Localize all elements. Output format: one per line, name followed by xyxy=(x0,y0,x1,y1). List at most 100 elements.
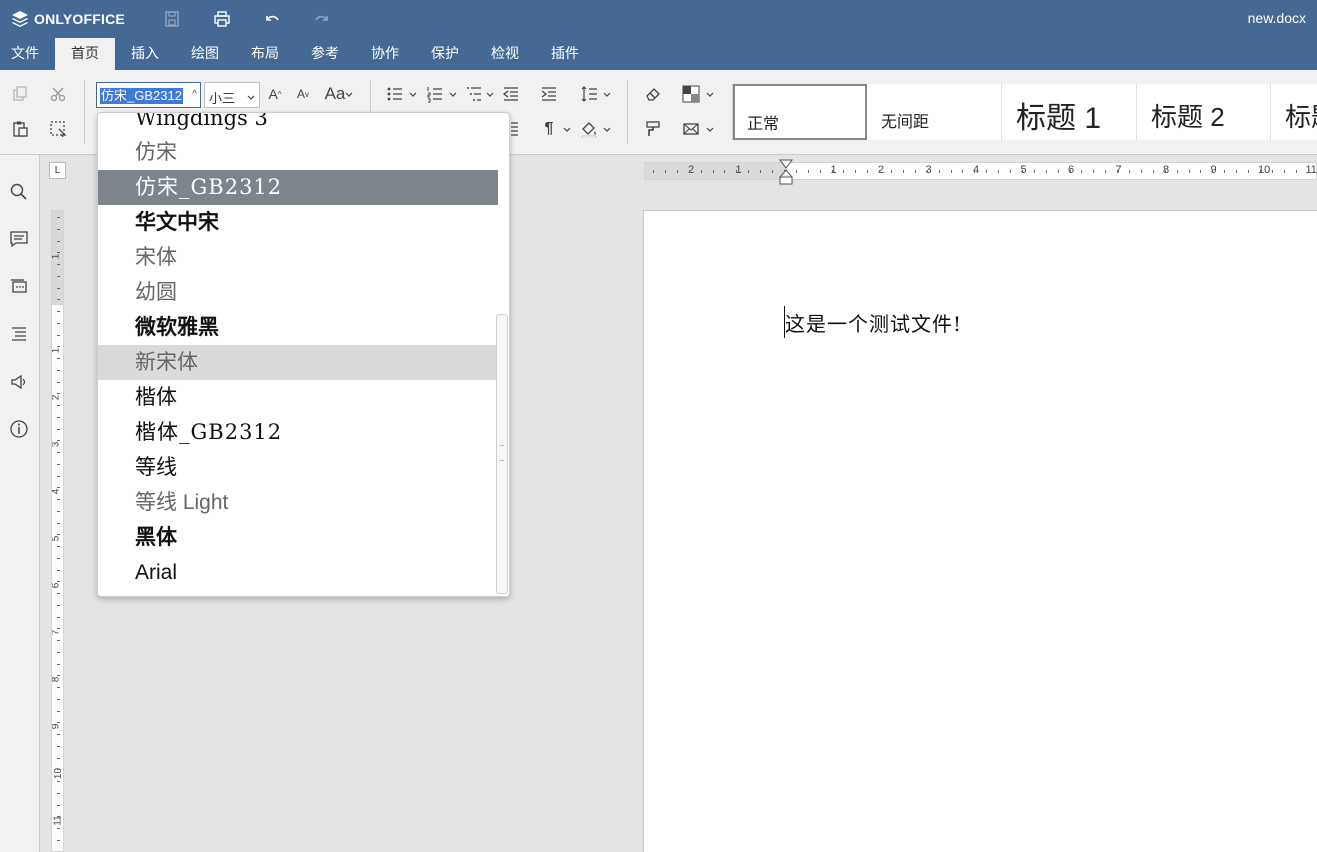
chevron-down-icon[interactable] xyxy=(247,89,255,104)
font-option-dengxian-light[interactable]: 等线 Light xyxy=(98,485,498,520)
ruler-number: 3 xyxy=(51,441,62,448)
ruler-tick xyxy=(974,170,976,173)
cut-icon[interactable] xyxy=(47,83,69,105)
font-option-dengxian[interactable]: 等线 xyxy=(98,450,498,485)
vertical-ruler[interactable]: 1 1 2 3 4 5 6 7 8 9 10 11 xyxy=(51,210,64,852)
font-name-input[interactable]: 仿宋_GB2312 xyxy=(100,88,183,104)
ruler-tick xyxy=(1010,170,1011,173)
info-icon[interactable] xyxy=(8,418,30,440)
save-icon[interactable] xyxy=(162,9,182,29)
chevron-down-icon[interactable] xyxy=(563,126,571,134)
ruler-tick xyxy=(950,170,952,173)
undo-icon[interactable] xyxy=(262,9,282,29)
mail-merge-icon[interactable] xyxy=(680,118,702,140)
ruler-number: 7 xyxy=(51,629,62,636)
ruler-tick xyxy=(1021,170,1023,173)
ruler-number: 9 xyxy=(51,723,62,730)
ruler-number: 4 xyxy=(51,488,62,495)
chevron-down-icon[interactable] xyxy=(486,91,494,99)
paste-icon[interactable] xyxy=(9,118,31,140)
chevron-down-icon[interactable] xyxy=(409,91,417,99)
tab-view[interactable]: 检视 xyxy=(475,38,535,70)
font-option-nsimsun[interactable]: 新宋体 xyxy=(98,345,498,380)
chevron-down-icon[interactable] xyxy=(603,91,611,99)
search-icon[interactable] xyxy=(8,181,30,203)
tab-insert[interactable]: 插入 xyxy=(115,38,175,70)
font-option-fangsong-gb2312[interactable]: 仿宋_GB2312 xyxy=(98,170,498,205)
font-option-microsoft-yahei[interactable]: 微软雅黑 xyxy=(98,310,498,345)
decrease-font-size-icon[interactable]: Av xyxy=(292,83,314,105)
ruler-tick xyxy=(1307,170,1309,173)
font-option-kaiti[interactable]: 楷体 xyxy=(98,380,498,415)
ruler-tick xyxy=(57,757,60,759)
numbered-list-icon[interactable] xyxy=(424,83,446,105)
chevron-down-icon[interactable] xyxy=(345,91,353,99)
tab-stop-selector[interactable]: L xyxy=(49,162,66,179)
font-option-songti[interactable]: 宋体 xyxy=(98,240,498,275)
ruler-tick xyxy=(962,170,964,173)
font-option-heiti[interactable]: 黑体 xyxy=(98,520,498,555)
color-scheme-icon[interactable] xyxy=(680,83,702,105)
chevron-down-icon[interactable] xyxy=(706,126,714,134)
ruler-number: 8 xyxy=(51,676,62,683)
chevron-down-icon[interactable] xyxy=(449,91,457,99)
paragraph-marks-icon[interactable]: ¶ xyxy=(538,118,560,140)
font-size-value[interactable]: 小三 xyxy=(209,91,235,106)
chat-icon[interactable] xyxy=(8,276,30,298)
ruler-tick xyxy=(1081,170,1083,173)
feedback-icon[interactable] xyxy=(8,371,30,393)
ruler-tick xyxy=(1069,170,1071,173)
horizontal-ruler[interactable]: 2 1 1 2 3 4 5 6 7 8 9 10 11 xyxy=(644,162,1317,180)
increase-font-size-icon[interactable]: A ^ xyxy=(264,83,286,105)
decrease-indent-icon[interactable] xyxy=(500,83,522,105)
style-heading-1[interactable]: 标题 1 xyxy=(1002,84,1137,140)
select-all-icon[interactable] xyxy=(47,118,69,140)
ruler-tick xyxy=(57,240,60,242)
shading-icon[interactable] xyxy=(578,118,600,140)
chevron-down-icon[interactable] xyxy=(706,91,714,99)
indent-marker-icon[interactable] xyxy=(779,159,793,185)
comments-icon[interactable] xyxy=(8,228,30,250)
copy-icon[interactable] xyxy=(9,83,31,105)
line-spacing-icon[interactable] xyxy=(578,83,600,105)
document-page[interactable] xyxy=(643,210,1317,852)
print-icon[interactable] xyxy=(212,9,232,29)
font-option-wingdings-3[interactable]: Wingdings 3 xyxy=(98,113,498,136)
ruler-tick xyxy=(57,334,60,336)
tab-references[interactable]: 参考 xyxy=(295,38,355,70)
style-no-spacing[interactable]: 无间距 xyxy=(867,84,1002,140)
font-option-huawen-zhongsong[interactable]: 华文中宋 xyxy=(98,205,498,240)
redo-icon[interactable] xyxy=(312,9,332,29)
document-body-text[interactable]: 这是一个测试文件! xyxy=(785,308,962,337)
style-heading-2[interactable]: 标题 2 xyxy=(1137,84,1271,140)
font-option-arial[interactable]: Arial xyxy=(98,555,498,590)
font-dropdown-scrollbar[interactable] xyxy=(496,314,508,594)
copy-style-icon[interactable] xyxy=(642,118,664,140)
ruler-tick xyxy=(926,170,928,173)
navigation-icon[interactable] xyxy=(8,323,30,345)
tab-protection[interactable]: 保护 xyxy=(415,38,475,70)
tab-home[interactable]: 首页 xyxy=(55,38,115,70)
font-name-combo[interactable]: 仿宋_GB2312 ^ xyxy=(96,82,201,108)
multilevel-list-icon[interactable] xyxy=(463,83,485,105)
ruler-tick xyxy=(664,170,666,173)
tab-draw[interactable]: 绘图 xyxy=(175,38,235,70)
ruler-margin xyxy=(645,163,786,179)
chevron-up-icon[interactable]: ^ xyxy=(192,89,197,100)
ruler-tick xyxy=(700,170,702,173)
tab-file[interactable]: 文件 xyxy=(0,38,50,70)
tab-collaboration[interactable]: 协作 xyxy=(355,38,415,70)
bullet-list-icon[interactable] xyxy=(384,83,406,105)
font-option-youyuan[interactable]: 幼圆 xyxy=(98,275,498,310)
font-option-kaiti-gb2312[interactable]: 楷体_GB2312 xyxy=(98,415,498,450)
font-option-fangsong[interactable]: 仿宋 xyxy=(98,135,498,170)
chevron-down-icon[interactable] xyxy=(603,126,611,134)
font-size-combo[interactable]: 小三 xyxy=(204,82,260,108)
increase-indent-icon[interactable] xyxy=(538,83,560,105)
tab-plugins[interactable]: 插件 xyxy=(535,38,595,70)
style-title[interactable]: 标题 xyxy=(1271,84,1317,140)
tab-layout[interactable]: 布局 xyxy=(235,38,295,70)
style-normal[interactable]: 正常 xyxy=(733,84,867,140)
clear-style-icon[interactable] xyxy=(642,83,664,105)
ruler-tick xyxy=(57,675,60,677)
